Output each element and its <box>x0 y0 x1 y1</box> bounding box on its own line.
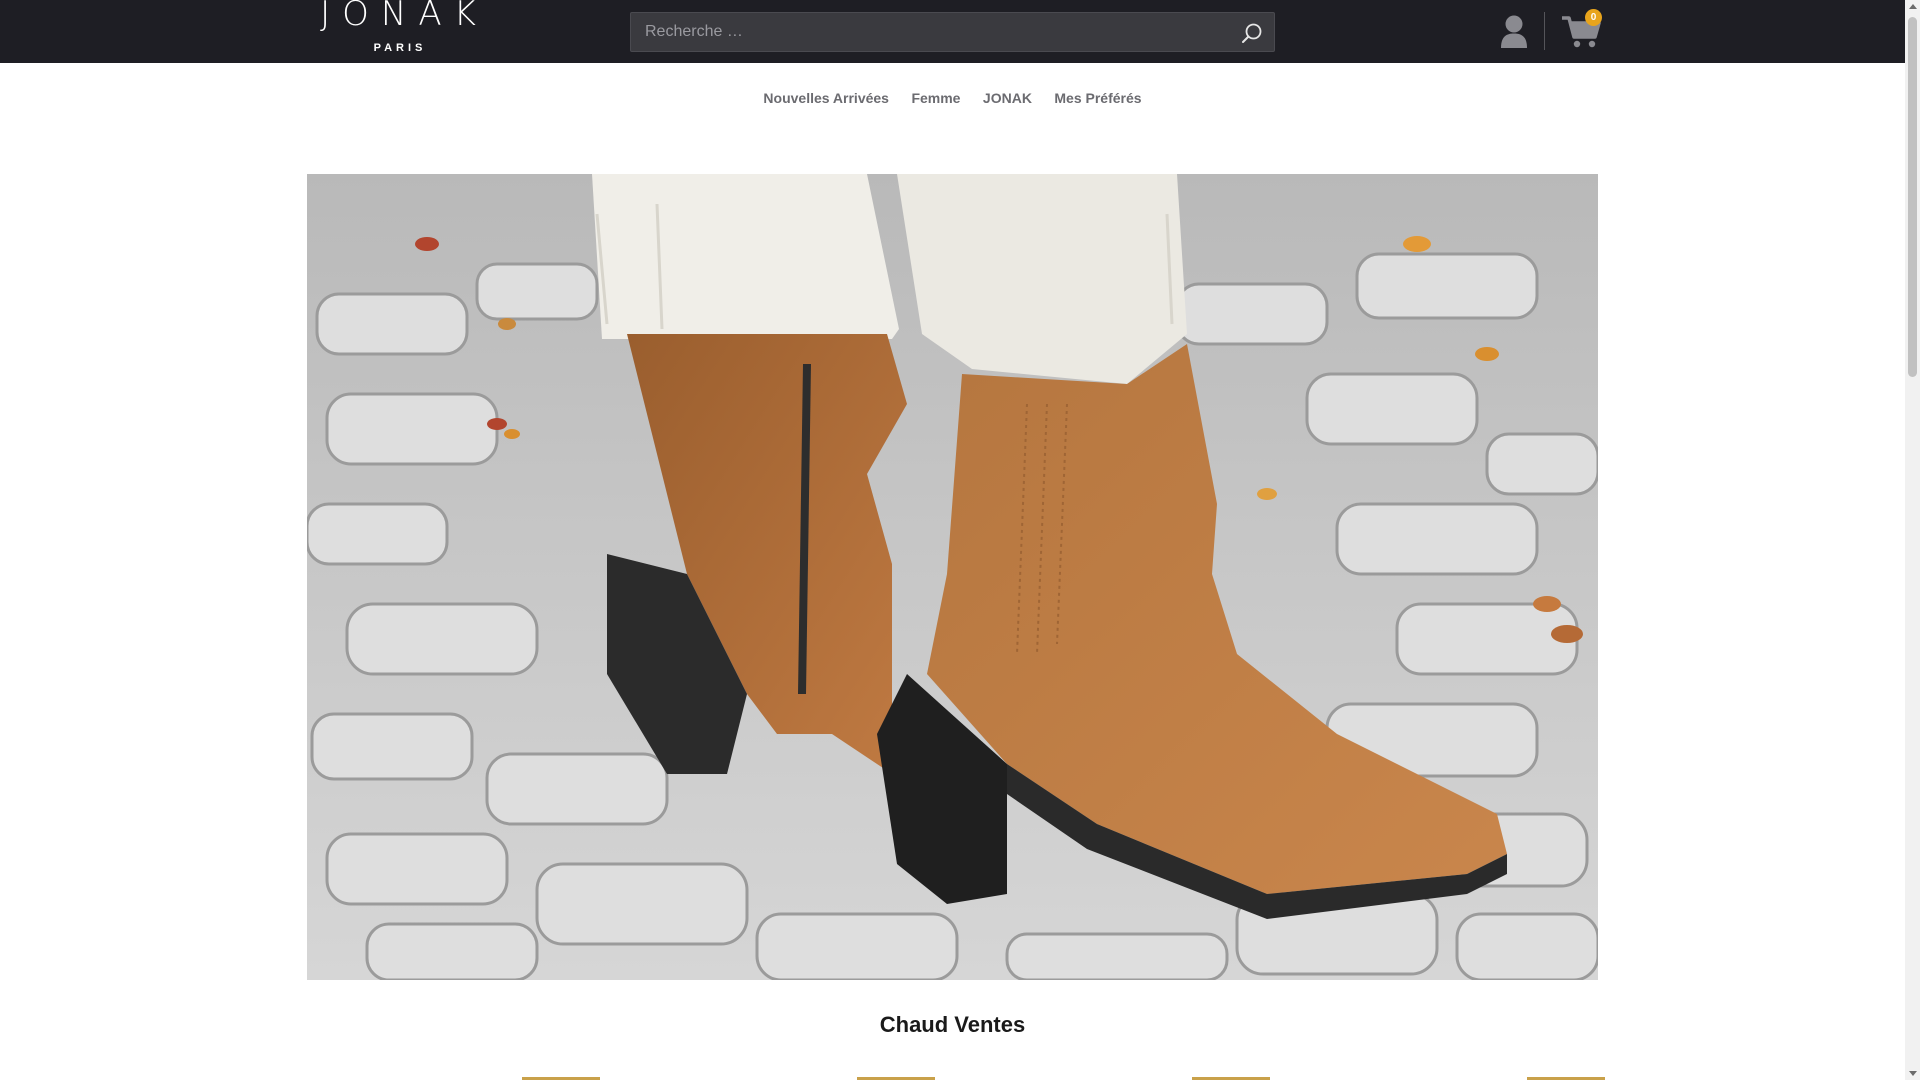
nav-item-favorites[interactable]: Mes Préférés <box>1054 86 1141 110</box>
page-scrollbar[interactable] <box>1905 0 1920 1080</box>
hero-banner[interactable] <box>307 174 1598 980</box>
scroll-down-icon[interactable] <box>1908 1071 1917 1076</box>
scrollbar-thumb[interactable] <box>1908 17 1917 377</box>
logo-wordmark: JONAK <box>320 0 488 34</box>
logo[interactable]: JONAK PARIS <box>307 0 489 58</box>
main-nav: Nouvelles Arrivées Femme JONAK Mes Préfé… <box>0 86 1905 110</box>
search-icon[interactable] <box>1240 21 1264 45</box>
nav-item-jonak[interactable]: JONAK <box>983 86 1032 110</box>
logo-subtitle: PARIS <box>373 42 427 54</box>
cart-count-badge: 0 <box>1585 9 1602 26</box>
nav-item-new-arrivals[interactable]: Nouvelles Arrivées <box>763 86 889 110</box>
search-bar <box>630 12 1275 52</box>
hot-sales-title: Chaud Ventes <box>879 1012 1026 1037</box>
nav-item-femme[interactable]: Femme <box>911 86 960 110</box>
scroll-up-icon[interactable] <box>1908 4 1917 9</box>
page: JONAK PARIS 0 Nouvelles Arrivées Femme J… <box>0 0 1905 1080</box>
top-bar: JONAK PARIS 0 <box>0 0 1905 63</box>
search-input[interactable] <box>631 13 1221 51</box>
header-divider <box>1544 12 1545 50</box>
user-icon[interactable] <box>1499 14 1529 50</box>
hero-image <box>307 174 1598 980</box>
